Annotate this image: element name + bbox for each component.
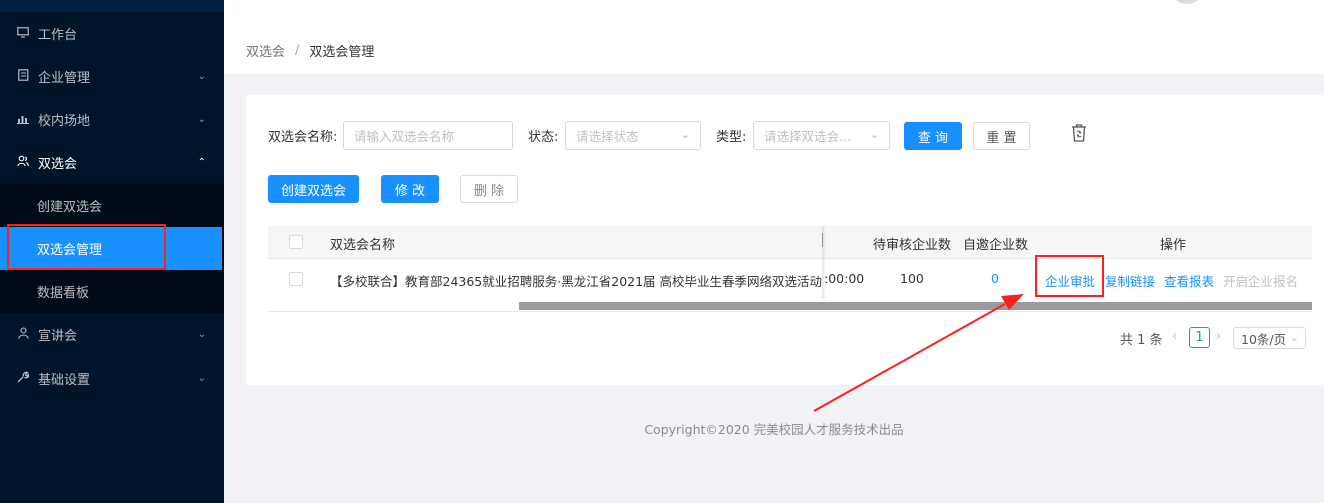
footer-copyright: Copyright©2020 完美校园人才服务技术出品 — [644, 422, 904, 437]
highlight-box-approve — [1035, 255, 1104, 297]
delete-button[interactable]: 删 除 — [460, 175, 518, 203]
sidebar-item-label: 校内场地 — [38, 114, 91, 129]
sidebar-item-label: 宣讲会 — [38, 329, 78, 344]
submenu-item-dashboard[interactable]: 数据看板 — [0, 270, 224, 313]
wrench-icon — [16, 371, 30, 386]
chevron-down-icon: ⌄ — [680, 128, 690, 141]
cell-pending-count: 100 — [900, 271, 924, 286]
sidebar-item-presentation[interactable]: 宣讲会 ⌄ — [0, 313, 224, 356]
chevron-down-icon: ⌄ — [197, 329, 206, 340]
column-header-invited: 自邀企业数 — [963, 238, 1029, 253]
copy-link-link[interactable]: 复制链接 — [1105, 271, 1155, 290]
sidebar-item-workbench[interactable]: 工作台 — [0, 12, 224, 55]
breadcrumb-parent[interactable]: 双选会 — [246, 41, 285, 60]
page-size-value: 10条/页 — [1241, 331, 1287, 347]
breadcrumb-separator: / — [295, 43, 300, 58]
avatar[interactable] — [1174, 0, 1200, 4]
chevron-down-icon: ⌄ — [1289, 331, 1299, 344]
table-header: 双选会名称 待审核企业数 自邀企业数 操作 — [268, 226, 1312, 259]
sidebar-item-label: 工作台 — [38, 28, 78, 43]
page-size-select[interactable]: 10条/页 ⌄ — [1233, 327, 1306, 349]
monitor-icon — [16, 26, 30, 41]
cell-invited-count[interactable]: 0 — [991, 271, 999, 286]
name-filter-label: 双选会名称: — [268, 130, 338, 145]
row-checkbox[interactable] — [289, 272, 303, 286]
create-job-fair-button[interactable]: 创建双选会 — [268, 175, 359, 203]
open-signup-link: 开启企业报名 — [1223, 274, 1299, 289]
sidebar-item-label: 企业管理 — [38, 71, 91, 86]
status-select[interactable]: 请选择状态 ⌄ — [565, 121, 701, 150]
sidebar-item-job-fair[interactable]: 双选会 ⌃ — [0, 141, 224, 184]
column-header-name: 双选会名称 — [330, 238, 396, 253]
breadcrumb: 双选会 / 双选会管理 — [224, 27, 1324, 74]
type-filter-label: 类型: — [716, 130, 747, 145]
sidebar-item-label: 双选会 — [38, 157, 78, 172]
trash-icon[interactable] — [1070, 123, 1088, 143]
type-select[interactable]: 请选择双选会... ⌄ — [753, 121, 890, 150]
status-filter-label: 状态: — [528, 130, 559, 145]
chevron-down-icon: ⌄ — [869, 128, 879, 141]
users-icon — [16, 155, 30, 170]
chevron-up-icon: ⌃ — [197, 157, 206, 168]
submenu-item-create[interactable]: 创建双选会 — [0, 184, 224, 227]
status-select-placeholder: 请选择状态 — [576, 129, 639, 144]
cell-job-fair-name: 【多校联合】教育部24365就业招聘服务·黑龙江省2021届 高校毕业生春季网络… — [330, 274, 822, 289]
sidebar-item-label: 基础设置 — [38, 373, 91, 388]
reset-button[interactable]: 重 置 — [973, 122, 1030, 150]
view-report-link[interactable]: 查看报表 — [1164, 271, 1214, 290]
chevron-down-icon: ⌄ — [197, 373, 206, 384]
chevron-right-icon[interactable]: › — [1216, 329, 1221, 344]
type-select-placeholder: 请选择双选会... — [764, 129, 851, 144]
sidebar-item-company[interactable]: 企业管理 ⌄ — [0, 55, 224, 98]
pagination-page[interactable]: 1 — [1189, 327, 1210, 348]
breadcrumb-current: 双选会管理 — [309, 45, 375, 60]
fixed-column-shadow — [822, 226, 826, 299]
sidebar-logo-area — [0, 0, 224, 12]
column-header-actions: 操作 — [1160, 238, 1187, 253]
table-row[interactable]: 【多校联合】教育部24365就业招聘服务·黑龙江省2021届 高校毕业生春季网络… — [268, 259, 1312, 299]
chevron-down-icon: ⌄ — [197, 114, 206, 125]
query-button[interactable]: 查 询 — [904, 122, 962, 150]
sidebar-item-settings[interactable]: 基础设置 ⌄ — [0, 357, 224, 400]
document-icon — [16, 69, 30, 84]
select-all-checkbox[interactable] — [289, 235, 303, 249]
top-header — [224, 0, 1324, 27]
column-header-pending: 待审核企业数 — [873, 238, 952, 253]
bar-chart-icon — [16, 113, 30, 127]
user-icon — [16, 327, 30, 342]
scrollbar-thumb[interactable] — [519, 302, 1312, 310]
highlight-box-menu — [7, 224, 166, 270]
name-search-input[interactable]: 请输入双选会名称 — [343, 121, 513, 150]
pagination-total: 共 1 条 — [1120, 333, 1163, 348]
sidebar-item-venue[interactable]: 校内场地 ⌄ — [0, 98, 224, 141]
edit-button[interactable]: 修 改 — [381, 175, 439, 203]
chevron-down-icon: ⌄ — [197, 71, 206, 82]
name-search-placeholder: 请输入双选会名称 — [354, 129, 455, 144]
cell-time: :00:00 — [824, 271, 865, 286]
chevron-left-icon[interactable]: ‹ — [1172, 329, 1177, 344]
